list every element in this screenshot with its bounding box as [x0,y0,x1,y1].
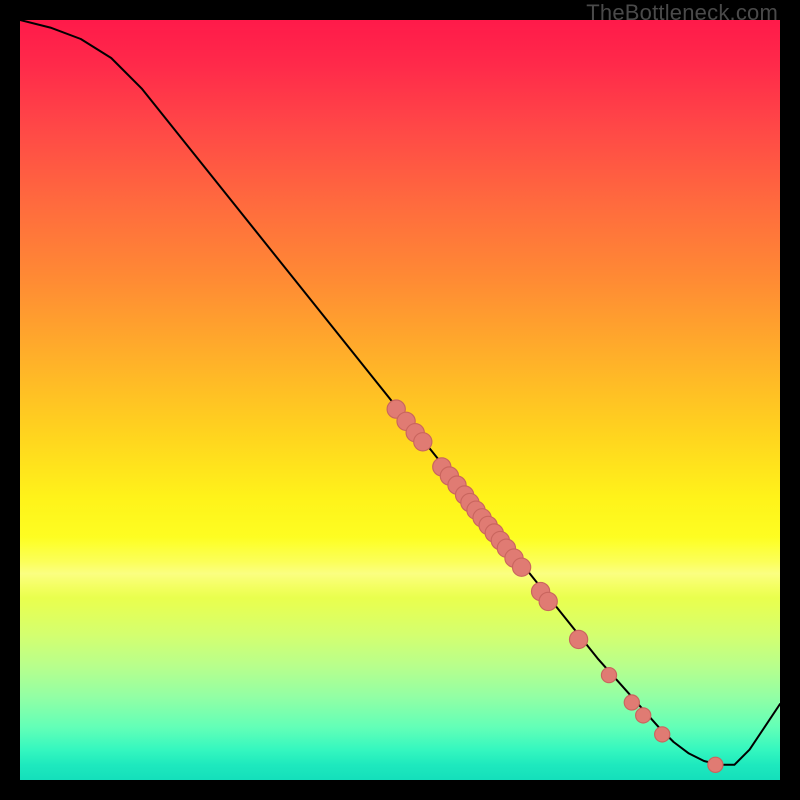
data-marker [708,757,723,772]
chart-svg [20,20,780,780]
data-marker [569,630,587,648]
data-marker [655,727,670,742]
data-marker [414,433,432,451]
data-markers [387,400,723,772]
bottleneck-curve [20,20,780,765]
data-marker [512,558,530,576]
data-marker [636,708,651,723]
data-marker [624,695,639,710]
chart-frame: TheBottleneck.com [0,0,800,800]
plot-area [20,20,780,780]
data-marker [539,592,557,610]
data-marker [601,668,616,683]
